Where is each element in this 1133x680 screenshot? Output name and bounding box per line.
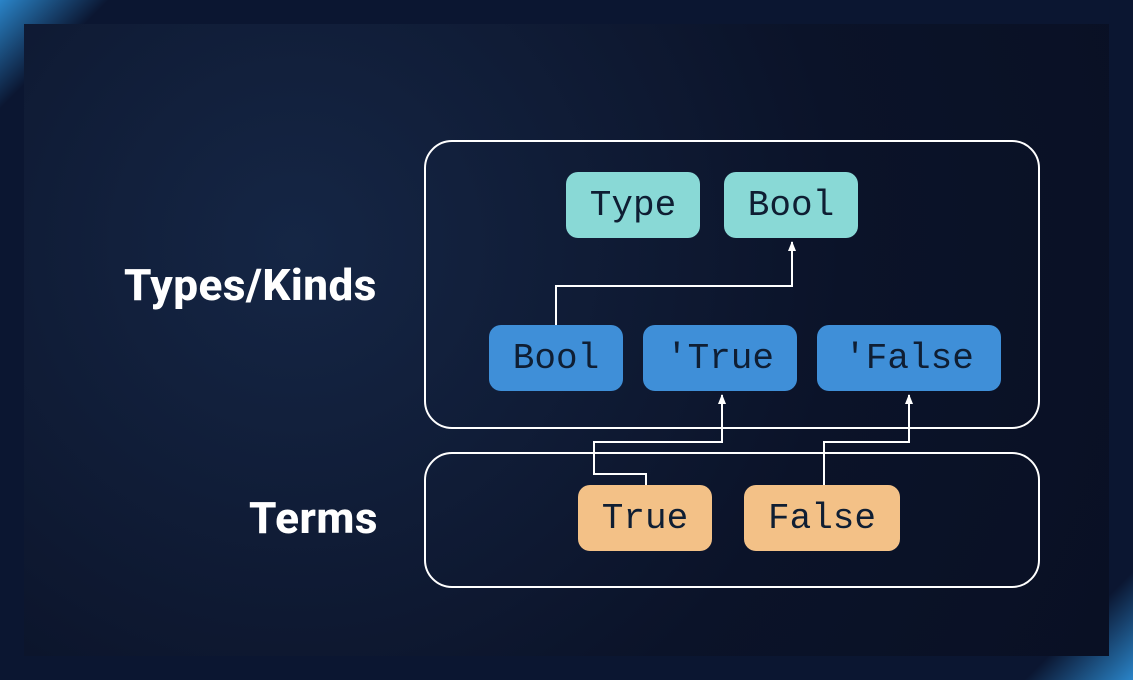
term-false: False [744, 485, 900, 551]
group-terms [424, 452, 1040, 588]
term-true: True [578, 485, 712, 551]
kind-bool: Bool [724, 172, 858, 238]
type-bool: Bool [489, 325, 623, 391]
diagram-canvas: Types/Kinds Type Bool Bool 'True 'False … [24, 24, 1109, 656]
diagram-frame: Types/Kinds Type Bool Bool 'True 'False … [0, 0, 1133, 680]
kind-type: Type [566, 172, 700, 238]
type-tick-false: 'False [817, 325, 1001, 391]
label-types-kinds: Types/Kinds [124, 259, 377, 311]
type-tick-true: 'True [643, 325, 797, 391]
label-terms: Terms [249, 492, 378, 544]
